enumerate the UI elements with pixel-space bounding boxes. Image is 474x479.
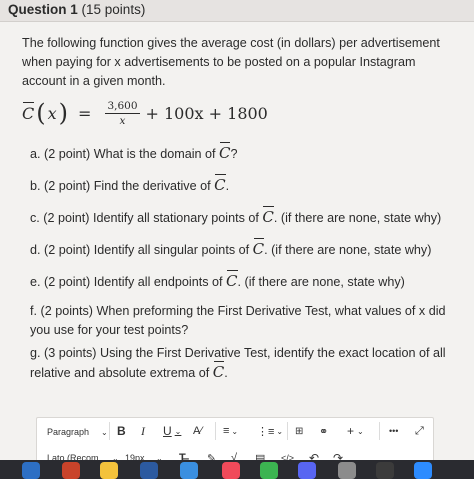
formula-fraction: 3,600 x <box>105 99 140 127</box>
question-c-symbol: C <box>262 206 275 226</box>
bold-button[interactable]: B <box>117 423 126 439</box>
question-body: The following function gives the average… <box>0 22 474 475</box>
question-d-text: d. (2 point) Identify all singular point… <box>30 243 250 257</box>
question-intro: The following function gives the average… <box>22 36 440 88</box>
text-color-icon[interactable]: A⁄ <box>193 423 202 439</box>
question-c-end: . (if there are none, state why) <box>273 211 442 225</box>
italic-button[interactable]: I <box>141 423 145 439</box>
question-b: b. (2 point) Find the derivative of C. <box>30 174 460 196</box>
app-icon[interactable] <box>376 462 394 479</box>
formula-denominator: x <box>119 114 126 127</box>
question-b-symbol: C <box>214 174 227 194</box>
align-icon[interactable]: ≡ ⌄ <box>223 423 238 439</box>
facetime-icon[interactable] <box>260 462 278 479</box>
question-a: a. (2 point) What is the domain of C? <box>30 142 460 164</box>
powerpoint-icon[interactable] <box>62 462 80 479</box>
cost-formula: C ( x ) = 3,600 x + 100x + 1800 <box>22 95 268 131</box>
question-e-end: . (if there are none, state why) <box>237 275 405 289</box>
question-f: f. (2 points) When preforming the First … <box>30 304 446 337</box>
question-d-symbol: C <box>252 238 265 258</box>
question-g-end: . <box>224 366 228 380</box>
chevron-down-icon: ⌄ <box>101 427 108 437</box>
table-icon[interactable]: ⊞ <box>295 423 303 439</box>
formula-open-paren: ( <box>36 99 46 127</box>
plus-icon[interactable]: + ⌄ <box>347 423 364 439</box>
question-a-text: a. (2 point) What is the domain of <box>30 147 216 161</box>
formula-rest: + 100x + 1800 <box>145 103 268 123</box>
formula-lhs-symbol: C <box>22 101 35 123</box>
outlook-icon[interactable] <box>22 462 40 479</box>
question-header: Question 1 (15 points) <box>0 0 474 22</box>
formula-equals: = <box>78 103 92 123</box>
question-b-end: . <box>225 179 230 193</box>
calendar-icon[interactable] <box>338 462 356 479</box>
question-g-symbol: C <box>212 361 225 381</box>
paragraph-label: Paragraph <box>47 427 90 437</box>
expand-icon[interactable]: ⤢ <box>415 423 424 439</box>
question-points: (15 points) <box>81 2 146 17</box>
underline-label: U <box>163 424 172 438</box>
question-g-text: g. (3 points) Using the First Derivative… <box>30 346 446 380</box>
question-e-text: e. (2 point) Identify all endpoints of <box>30 275 223 289</box>
question-d-end: . (if there are none, state why) <box>264 243 432 257</box>
question-c: c. (2 point) Identify all stationary poi… <box>30 206 460 228</box>
list-icon[interactable]: ⋮≡ ⌄ <box>257 423 283 439</box>
question-a-symbol: C <box>219 142 231 162</box>
formula-variable: x <box>47 103 57 123</box>
more-icon[interactable]: ••• <box>389 423 398 439</box>
music-icon[interactable] <box>222 462 240 479</box>
question-e-symbol: C <box>226 270 239 290</box>
formula-close-paren: ) <box>58 99 69 127</box>
question-e: e. (2 point) Identify all endpoints of C… <box>30 270 460 292</box>
zoom-icon[interactable] <box>414 462 432 479</box>
question-g: g. (3 points) Using the First Derivative… <box>30 344 460 383</box>
chevron-down-icon: ⌄ <box>174 426 182 436</box>
question-d: d. (2 point) Identify all singular point… <box>30 238 460 260</box>
formula-numerator: 3,600 <box>105 99 140 114</box>
safari-icon[interactable] <box>180 462 198 479</box>
question-a-end: ? <box>230 147 238 161</box>
underline-button[interactable]: U ⌄ <box>163 423 181 439</box>
question-b-text: b. (2 point) Find the derivative of <box>30 179 211 193</box>
question-number: Question 1 <box>8 2 78 17</box>
discord-icon[interactable] <box>298 462 316 479</box>
question-c-text: c. (2 point) Identify all stationary poi… <box>30 211 259 225</box>
word-icon[interactable] <box>140 462 158 479</box>
macos-dock <box>0 460 474 479</box>
paragraph-select[interactable]: Paragraph ⌄ <box>47 424 108 440</box>
link-icon[interactable]: ⚭ <box>319 423 328 439</box>
drive-icon[interactable] <box>100 462 118 479</box>
